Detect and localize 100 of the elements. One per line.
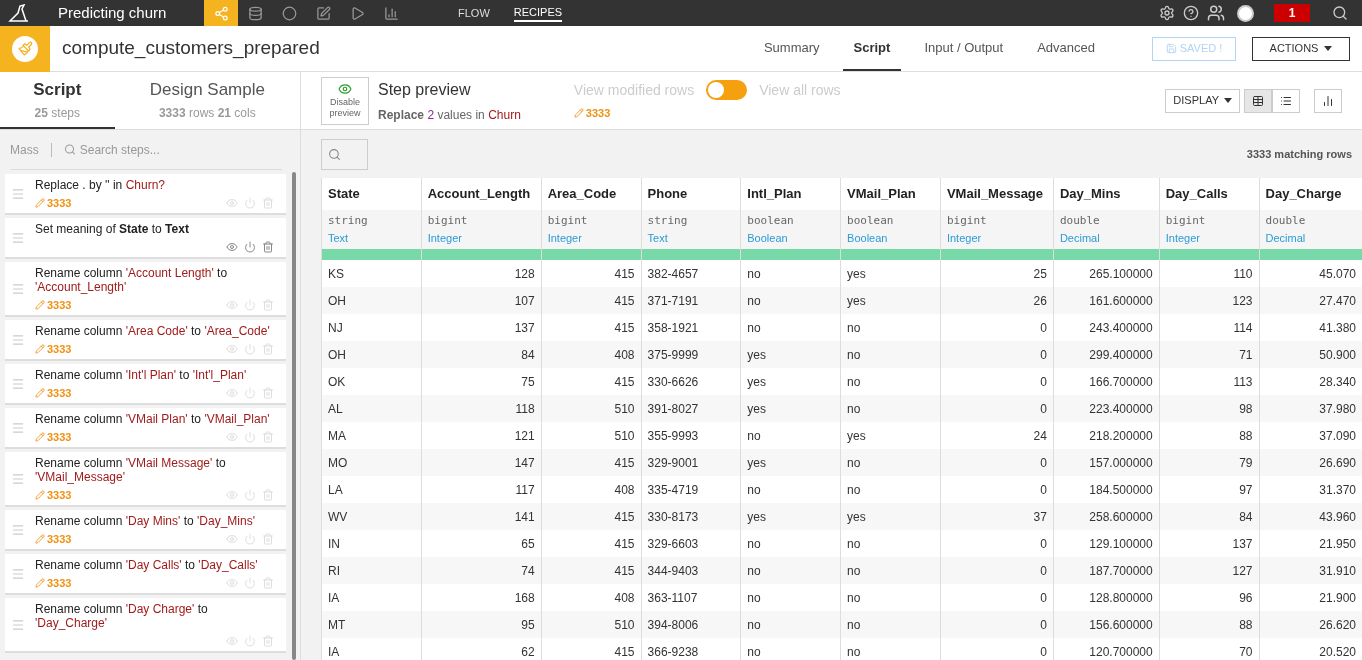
eye-icon[interactable] — [226, 343, 238, 355]
storage-type: double — [1053, 210, 1160, 230]
power-icon[interactable] — [244, 577, 256, 589]
drag-handle-icon[interactable] — [11, 617, 25, 632]
eye-icon[interactable] — [226, 241, 238, 253]
storage-type: bigint — [541, 210, 642, 230]
step-card[interactable]: Rename column 'Day Mins' to 'Day_Mins' 3333 — [5, 510, 286, 551]
power-icon[interactable] — [244, 533, 256, 545]
eye-icon[interactable] — [226, 635, 238, 647]
step-count: 3333 — [35, 530, 72, 548]
search-icon[interactable] — [1332, 5, 1348, 21]
recipe-tab[interactable]: Script — [842, 26, 902, 71]
notification-badge[interactable]: 1 — [1274, 4, 1310, 22]
people-icon[interactable] — [1207, 4, 1225, 22]
play-icon — [349, 5, 365, 21]
power-icon[interactable] — [244, 299, 256, 311]
pencil-icon — [35, 344, 45, 354]
storage-type: boolean — [740, 210, 841, 230]
step-card[interactable]: Rename column 'VMail Message' to 'VMail_Message' 3333 — [5, 452, 286, 507]
chart-button[interactable] — [1314, 88, 1342, 113]
bird-logo-icon[interactable] — [8, 4, 30, 22]
step-count: 3333 — [35, 486, 72, 504]
drag-handle-icon[interactable] — [11, 281, 25, 296]
eye-icon[interactable] — [226, 299, 238, 311]
power-icon[interactable] — [244, 431, 256, 443]
power-icon[interactable] — [244, 343, 256, 355]
power-icon[interactable] — [244, 387, 256, 399]
disable-preview-button[interactable]: Disable preview — [321, 76, 369, 125]
table-cell: 70 — [1159, 638, 1260, 660]
edit-icon — [315, 5, 331, 21]
step-description: Rename column 'Account Length' to 'Account_Length' — [35, 266, 229, 294]
help-icon[interactable] — [1183, 5, 1199, 21]
step-card[interactable]: Rename column 'Int'l Plan' to 'Int'l_Plan' 3333 — [5, 364, 286, 405]
power-icon[interactable] — [244, 241, 256, 253]
nav-link[interactable]: RECIPES — [513, 3, 563, 23]
eye-icon[interactable] — [226, 489, 238, 501]
view-toggle-button[interactable] — [1272, 88, 1300, 113]
preview-count: 3333 — [573, 104, 841, 122]
power-icon[interactable] — [244, 635, 256, 647]
table-cell: 0 — [940, 638, 1054, 660]
pencil-icon — [35, 388, 45, 398]
recipe-tab[interactable]: Summary — [752, 26, 831, 71]
recipe-tab[interactable]: Advanced — [1026, 26, 1106, 71]
step-card[interactable]: Rename column 'VMail Plan' to 'VMail_Plan' 3333 — [5, 408, 286, 449]
pencil-icon — [35, 534, 45, 544]
eye-icon[interactable] — [226, 431, 238, 443]
step-preview-title: Step preview — [378, 79, 472, 100]
power-icon[interactable] — [244, 197, 256, 209]
preview-summary: Replace 2 values in Churn — [378, 106, 521, 124]
recipe-tab[interactable]: Input / Output — [913, 26, 1015, 71]
drag-handle-icon[interactable] — [11, 471, 25, 486]
step-card[interactable]: Rename column 'Area Code' to 'Area_Code' 3333 — [5, 320, 286, 361]
project-title[interactable]: Predicting churn — [58, 1, 204, 25]
search-field[interactable]: Search steps... — [79, 140, 282, 159]
display-button[interactable]: DISPLAY — [1165, 88, 1240, 113]
table-cell: 120.700000 — [1053, 638, 1160, 660]
grid-icon — [1252, 94, 1264, 107]
step-description: Rename column 'Area Code' to 'Area_Code' — [35, 324, 271, 338]
drag-handle-icon[interactable] — [11, 376, 25, 391]
pencil-icon — [35, 578, 45, 588]
search-icon — [63, 143, 76, 156]
drag-handle-icon[interactable] — [11, 186, 25, 201]
avatar[interactable] — [1237, 4, 1254, 22]
eye-icon[interactable] — [226, 197, 238, 209]
pencil-icon — [35, 300, 45, 310]
step-card[interactable]: Replace . by '' in Churn? 3333 — [5, 174, 286, 215]
view-toggle-button[interactable] — [1244, 88, 1272, 113]
eye-icon[interactable] — [226, 533, 238, 545]
drag-handle-icon[interactable] — [11, 420, 25, 435]
nav-link[interactable]: FLOW — [458, 3, 490, 23]
search-icon — [328, 147, 341, 161]
step-card[interactable]: Rename column 'Day Charge' to 'Day_Charge' — [5, 598, 286, 653]
trash-icon[interactable] — [262, 241, 274, 253]
step-card[interactable]: Rename column 'Account Length' to 'Account_Length' 3333 — [5, 262, 286, 317]
drag-handle-icon[interactable] — [11, 230, 25, 245]
storage-type: string — [321, 210, 422, 230]
storage-type: boolean — [840, 210, 941, 230]
database-icon — [247, 5, 263, 21]
power-icon[interactable] — [244, 489, 256, 501]
panel-tab[interactable]: Design Sample 3333 rows 21 cols — [114, 72, 300, 129]
actions-button[interactable]: ACTIONS — [1252, 36, 1350, 61]
pencil-icon — [35, 432, 45, 442]
pencil-icon — [35, 490, 45, 500]
drag-handle-icon[interactable] — [11, 522, 25, 537]
scrollbar[interactable] — [292, 172, 296, 660]
step-card[interactable]: Set meaning of State to Text — [5, 218, 286, 259]
table-cell: IA — [321, 638, 422, 660]
pencil-icon — [35, 198, 45, 208]
bar-chart-icon — [1322, 94, 1334, 107]
filter-search-button[interactable] — [321, 138, 368, 170]
eye-icon[interactable] — [226, 577, 238, 589]
settings-icon[interactable] — [1159, 5, 1175, 21]
eye-icon[interactable] — [226, 387, 238, 399]
step-card[interactable]: Rename column 'Day Calls' to 'Day_Calls' 3333 — [5, 554, 286, 595]
step-description: Set meaning of State to Text — [35, 222, 190, 236]
storage-type: bigint — [421, 210, 542, 230]
drag-handle-icon[interactable] — [11, 566, 25, 581]
toggle-switch[interactable] — [706, 80, 748, 101]
nav-button[interactable] — [204, 0, 238, 26]
drag-handle-icon[interactable] — [11, 332, 25, 347]
